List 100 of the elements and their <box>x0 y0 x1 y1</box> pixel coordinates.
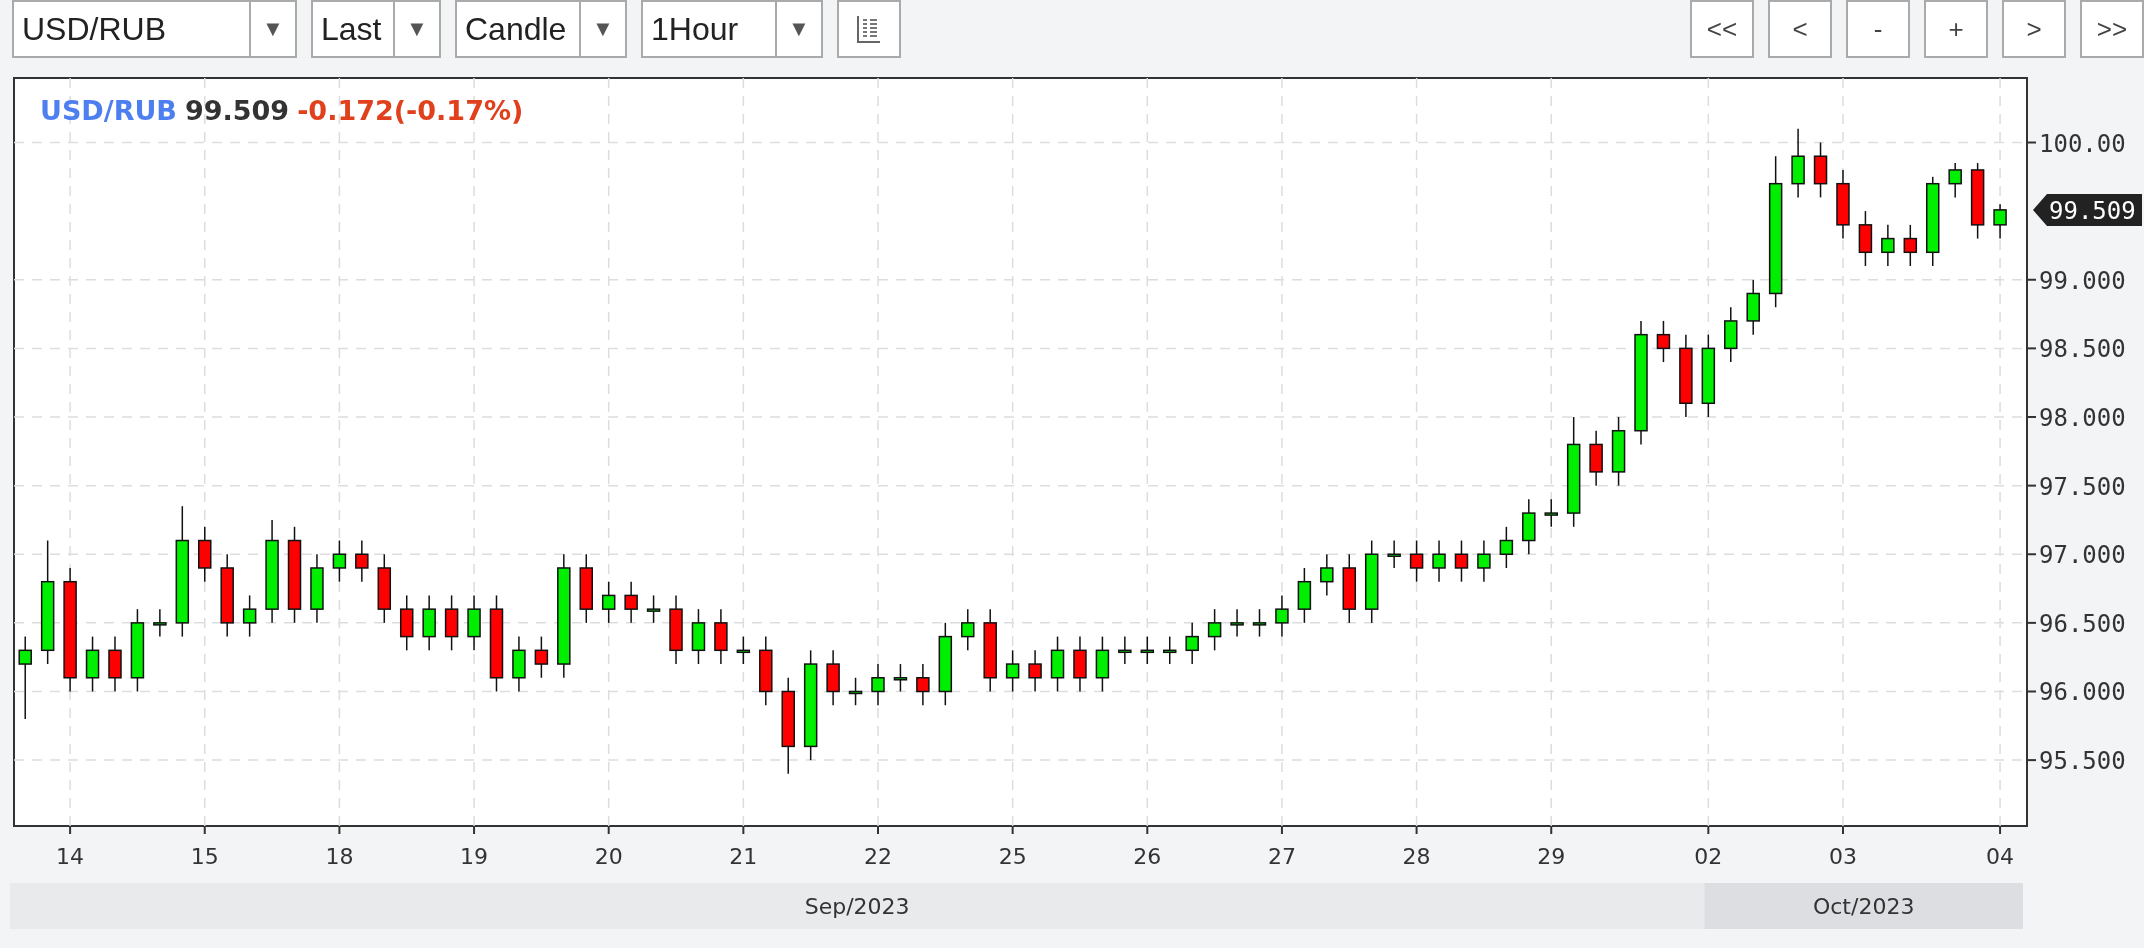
candle <box>1320 553 1334 597</box>
candle <box>108 635 122 693</box>
y-axis-label: 99.000 <box>2039 266 2126 295</box>
candle <box>848 677 863 706</box>
candle <box>377 553 392 624</box>
candle <box>1522 498 1536 555</box>
x-axis-label: 28 <box>1402 844 1431 869</box>
candle <box>153 608 167 638</box>
candle <box>759 635 773 706</box>
candle <box>736 635 751 665</box>
candle <box>579 553 593 624</box>
dropdown[interactable]: 1Hour ▼ <box>641 0 823 58</box>
dropdown[interactable]: USD/RUB ▼ <box>12 0 297 58</box>
change-value: -0.172(-0.17%) <box>297 95 524 126</box>
x-axis-label: 04 <box>1986 844 2015 869</box>
candle <box>1185 622 1199 665</box>
dropdown[interactable]: Last ▼ <box>311 0 441 58</box>
candle <box>1656 320 1671 363</box>
x-axis-label: 18 <box>325 844 354 869</box>
candle <box>1432 539 1446 583</box>
y-axis-label: 95.500 <box>2039 747 2126 776</box>
candle <box>1163 635 1177 665</box>
candle <box>512 635 526 693</box>
candle <box>1252 608 1267 638</box>
candle <box>1881 224 1895 267</box>
y-axis-label: 100.00 <box>2039 129 2126 158</box>
y-axis-label: 98.000 <box>2039 404 2126 432</box>
month-label: Oct/2023 <box>1812 894 1915 919</box>
candle <box>916 663 930 706</box>
candle <box>669 594 683 665</box>
y-axis-label: 98.500 <box>2039 335 2126 364</box>
x-axis-label: 26 <box>1133 844 1162 869</box>
navigation-button[interactable]: << <box>1690 0 1754 58</box>
y-axis-label: 96.500 <box>2039 609 2126 638</box>
x-axis-label: 22 <box>864 844 892 869</box>
candle <box>1050 635 1065 693</box>
candle <box>1342 553 1356 624</box>
symbol-label: USD/RUB <box>40 95 177 126</box>
navigation-button[interactable]: - <box>1846 0 1910 58</box>
candle <box>332 539 347 583</box>
candle <box>310 553 324 624</box>
candle <box>1387 539 1401 569</box>
candle <box>1836 169 1850 240</box>
x-axis-label: 14 <box>56 844 85 869</box>
navigation-button[interactable]: + <box>1924 0 1988 58</box>
candle <box>444 594 459 652</box>
x-axis-label: 29 <box>1537 844 1566 869</box>
navigation-button[interactable]: < <box>1768 0 1832 58</box>
data-table-button[interactable] <box>837 0 901 58</box>
candle <box>1858 210 1873 267</box>
candle <box>1409 539 1424 583</box>
candle <box>1791 128 1805 199</box>
candle <box>1140 635 1155 665</box>
candle <box>1544 498 1558 528</box>
price-value: 99.509 <box>184 95 290 126</box>
candle <box>1611 416 1626 487</box>
candle <box>893 663 908 693</box>
x-axis-label: 25 <box>998 844 1027 869</box>
candle <box>534 635 549 679</box>
candle <box>85 635 100 693</box>
x-axis-label: 15 <box>190 844 219 869</box>
candle <box>1724 306 1738 363</box>
x-axis-label: 21 <box>729 844 758 869</box>
y-axis-label: 97.500 <box>2039 472 2126 501</box>
candle <box>1477 539 1491 583</box>
candle <box>1028 649 1042 693</box>
candle <box>1207 608 1222 652</box>
candle <box>1813 141 1828 199</box>
navigation-button[interactable]: >> <box>2080 0 2144 58</box>
candle <box>242 594 257 638</box>
candle <box>601 580 616 624</box>
candle <box>1589 430 1603 487</box>
candle <box>1095 635 1110 693</box>
last-price-tag: 99.509 <box>2033 193 2142 226</box>
candle <box>355 539 369 583</box>
candle <box>1993 203 2007 240</box>
y-axis-label: 96.000 <box>2039 678 2126 707</box>
candle <box>961 608 975 652</box>
candle <box>198 526 212 583</box>
candle <box>1499 526 1514 569</box>
candle <box>1073 635 1087 693</box>
candle <box>1948 162 1962 199</box>
navigation-button[interactable]: > <box>2002 0 2066 58</box>
candle <box>646 594 661 624</box>
candle <box>1454 539 1469 583</box>
candle <box>624 580 638 624</box>
dropdown[interactable]: Candle ▼ <box>455 0 627 58</box>
candle <box>400 594 414 652</box>
table-icon <box>856 14 882 44</box>
candle <box>1005 649 1020 693</box>
candle <box>1118 635 1132 665</box>
candle <box>1275 594 1289 638</box>
month-label: Sep/2023 <box>804 894 910 919</box>
candle <box>1746 279 1760 336</box>
x-axis-label: 19 <box>460 844 489 869</box>
candle <box>691 608 706 665</box>
candle <box>871 663 885 706</box>
candle <box>467 594 481 652</box>
candle <box>826 649 840 706</box>
candle <box>1903 224 1918 267</box>
